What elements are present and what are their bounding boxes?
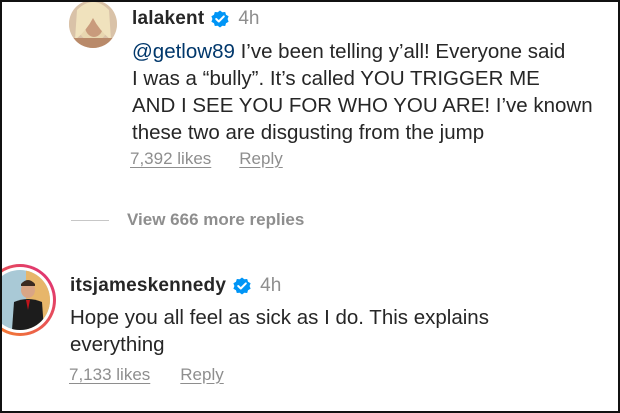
avatar-photo-icon xyxy=(69,2,117,48)
view-more-replies-label[interactable]: View 666 more replies xyxy=(127,210,304,230)
comment-thread: lalakent 4h @getlow89 I’ve been telling … xyxy=(0,0,620,413)
comment-actions: 7,133 likes Reply xyxy=(69,365,224,385)
comment-body: Hope you all feel as sick as I do. This … xyxy=(70,304,610,358)
reply-button[interactable]: Reply xyxy=(239,149,282,169)
verified-badge-icon xyxy=(211,10,229,28)
timestamp: 4h xyxy=(260,275,282,296)
avatar-story-ring[interactable] xyxy=(2,264,56,336)
likes-count[interactable]: 7,392 likes xyxy=(130,149,211,169)
username-row: lalakent 4h xyxy=(132,8,260,30)
comment-body: @getlow89 I’ve been telling y’all! Every… xyxy=(132,38,612,146)
username[interactable]: itsjameskennedy xyxy=(70,275,226,297)
username-row: itsjameskennedy 4h xyxy=(70,275,281,297)
avatar[interactable] xyxy=(69,2,117,48)
comment-text: Hope you all feel as sick as I do. This … xyxy=(70,306,489,356)
reply-button[interactable]: Reply xyxy=(180,365,223,385)
verified-badge-icon xyxy=(233,277,251,295)
likes-count[interactable]: 7,133 likes xyxy=(69,365,150,385)
username[interactable]: lalakent xyxy=(132,8,204,30)
avatar-photo-icon xyxy=(2,270,50,330)
comment-actions: 7,392 likes Reply xyxy=(130,149,283,169)
timestamp: 4h xyxy=(238,8,260,29)
divider-line xyxy=(71,219,109,221)
mention-link[interactable]: @getlow89 xyxy=(132,40,235,63)
view-more-replies[interactable]: View 666 more replies xyxy=(71,210,304,230)
